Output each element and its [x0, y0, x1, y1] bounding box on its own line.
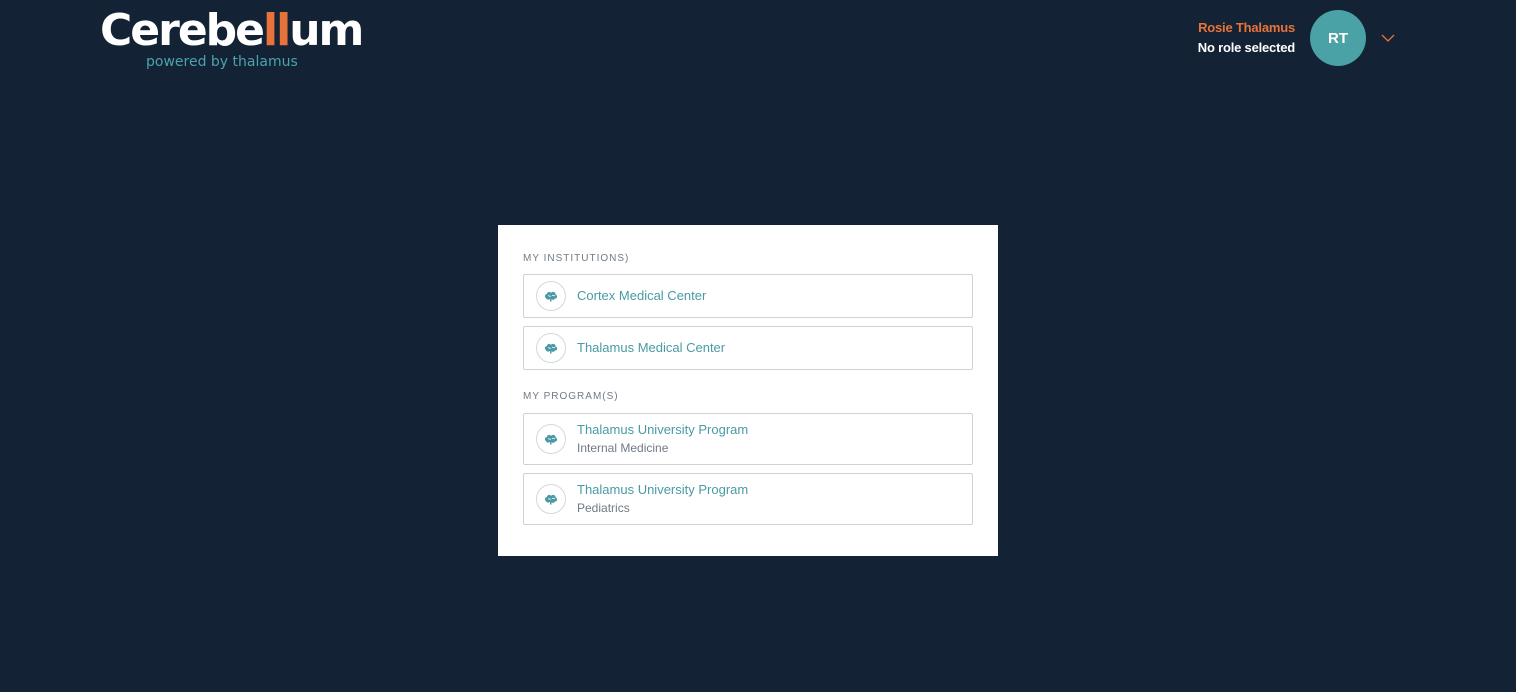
item-subtitle: Internal Medicine	[577, 441, 669, 455]
brain-icon	[536, 333, 566, 363]
item-title: Thalamus Medical Center	[577, 340, 726, 355]
program-item-internal-medicine[interactable]: Thalamus University Program Internal Med…	[523, 413, 973, 465]
brain-icon	[536, 281, 566, 311]
item-text: Thalamus University Program Pediatrics	[577, 481, 748, 517]
chevron-down-icon[interactable]	[1380, 30, 1396, 46]
programs-label: MY PROGRAM(S)	[523, 391, 619, 402]
item-text: Thalamus Medical Center	[577, 339, 725, 357]
user-name: Rosie Thalamus	[1198, 20, 1295, 35]
brain-icon	[536, 424, 566, 454]
logo-tagline: powered by thalamus	[146, 54, 298, 70]
institutions-label: MY INSTITUTIONS)	[523, 253, 630, 264]
cerebellum-logo[interactable]: Cerebellum powered by thalamus	[100, 6, 364, 76]
brain-icon	[536, 484, 566, 514]
selection-card: MY INSTITUTIONS) Cortex Medical Center T…	[498, 225, 998, 556]
avatar[interactable]: RT	[1310, 10, 1366, 66]
item-title: Cortex Medical Center	[577, 288, 707, 303]
program-item-pediatrics[interactable]: Thalamus University Program Pediatrics	[523, 473, 973, 525]
user-menu[interactable]: Rosie Thalamus No role selected RT	[1198, 10, 1396, 66]
user-role: No role selected	[1197, 40, 1295, 55]
logo-wordmark-part1: Cerebe	[100, 5, 265, 56]
item-subtitle: Pediatrics	[577, 501, 630, 515]
logo-wordmark-accent: ll	[263, 5, 291, 56]
institution-item-thalamus[interactable]: Thalamus Medical Center	[523, 326, 973, 370]
item-text: Cortex Medical Center	[577, 287, 706, 305]
institution-item-cortex[interactable]: Cortex Medical Center	[523, 274, 973, 318]
user-info: Rosie Thalamus No role selected	[1198, 18, 1295, 58]
item-text: Thalamus University Program Internal Med…	[577, 421, 748, 457]
item-title: Thalamus University Program	[577, 422, 749, 437]
logo-wordmark-part2: um	[289, 5, 364, 56]
logo-wordmark: Cerebellum	[100, 5, 364, 56]
item-title: Thalamus University Program	[577, 482, 749, 497]
